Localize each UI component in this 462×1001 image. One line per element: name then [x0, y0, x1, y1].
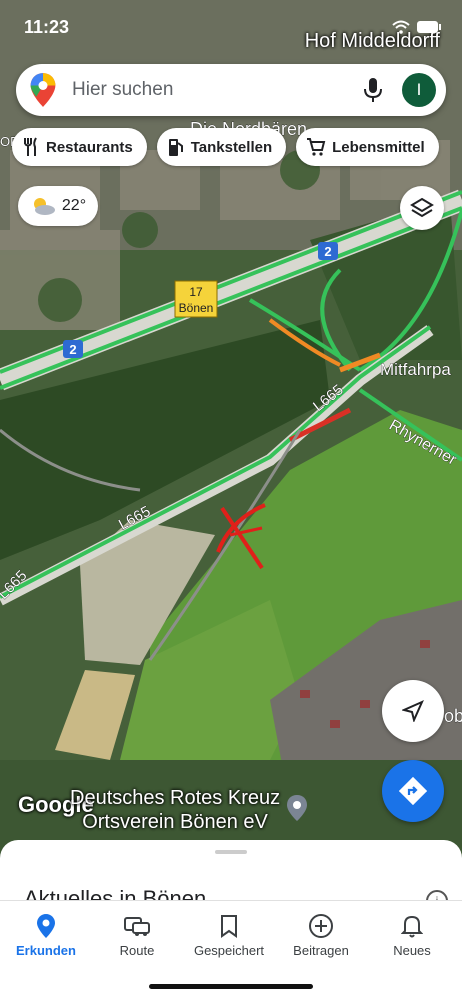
- nav-neues[interactable]: Neues: [366, 913, 458, 958]
- status-time: 11:23: [24, 16, 70, 37]
- nav-erkunden[interactable]: Erkunden: [0, 913, 92, 958]
- map-label-mitfahr: Mitfahrpa: [380, 360, 451, 379]
- search-bar[interactable]: Hier suchen I: [16, 64, 446, 116]
- partly-cloudy-icon: [33, 198, 55, 215]
- chip-label: Lebensmittel: [332, 138, 425, 156]
- nav-route[interactable]: Route: [91, 913, 183, 958]
- nav-label: Gespeichert: [193, 943, 265, 958]
- home-indicator[interactable]: [149, 984, 313, 989]
- shopping-cart-icon: [307, 138, 326, 156]
- wifi-icon: [392, 20, 410, 34]
- sheet-handle[interactable]: [215, 850, 247, 854]
- nav-beitragen[interactable]: Beitragen: [275, 913, 367, 958]
- navigation-arrow-icon: [402, 700, 424, 722]
- category-chips: Restaurants Tankstellen Lebensmittel: [12, 128, 439, 166]
- chip-restaurants[interactable]: Restaurants: [12, 128, 147, 166]
- shield-label: 2: [69, 342, 76, 357]
- avatar[interactable]: I: [402, 73, 436, 107]
- location-pin-icon: [37, 914, 55, 938]
- google-maps-logo-icon: [30, 73, 56, 107]
- weather-badge[interactable]: 22°: [18, 186, 98, 226]
- poi-pin-icon[interactable]: [286, 794, 308, 822]
- highway-shield-2: 2: [63, 340, 83, 358]
- nav-label: Erkunden: [16, 943, 76, 958]
- chip-label: Tankstellen: [190, 138, 273, 156]
- poi-label-drk[interactable]: Deutsches Rotes Kreuz Ortsverein Bönen e…: [70, 786, 280, 834]
- layers-button[interactable]: [400, 186, 444, 230]
- nav-label: Beitragen: [293, 943, 349, 958]
- exit-number: 17: [189, 285, 203, 299]
- car-icon: [124, 917, 150, 936]
- chip-label: Restaurants: [46, 138, 133, 156]
- fork-knife-icon: [24, 137, 37, 156]
- nav-label: Neues: [393, 943, 431, 958]
- my-location-button[interactable]: [382, 680, 444, 742]
- gas-pump-icon: [168, 139, 183, 156]
- map-label-edge: ob: [444, 706, 462, 726]
- chip-lebensmittel[interactable]: Lebensmittel: [296, 128, 439, 166]
- layers-icon: [410, 197, 434, 218]
- plus-circle-icon: [309, 914, 333, 938]
- weather-temp: 22°: [61, 197, 87, 214]
- bell-icon: [401, 915, 423, 938]
- status-bar: 11:23: [24, 14, 442, 40]
- exit-name: Bönen: [179, 301, 214, 315]
- microphone-icon[interactable]: [362, 76, 384, 104]
- directions-button[interactable]: [382, 760, 444, 822]
- bookmark-icon: [221, 915, 237, 938]
- status-icons: [392, 20, 442, 34]
- battery-icon: [417, 21, 441, 33]
- nav-label: Route: [119, 943, 155, 958]
- directions-icon: [399, 777, 427, 805]
- chip-tankstellen[interactable]: Tankstellen: [156, 128, 287, 166]
- search-input[interactable]: Hier suchen: [72, 79, 362, 101]
- highway-shield-2: 2: [318, 242, 338, 260]
- exit-sign: 17 Bönen: [174, 280, 218, 318]
- nav-gespeichert[interactable]: Gespeichert: [183, 913, 275, 958]
- poi-line2: Ortsverein Bönen eV: [82, 811, 268, 833]
- poi-line1: Deutsches Rotes Kreuz: [70, 787, 281, 809]
- shield-label: 2: [324, 244, 331, 259]
